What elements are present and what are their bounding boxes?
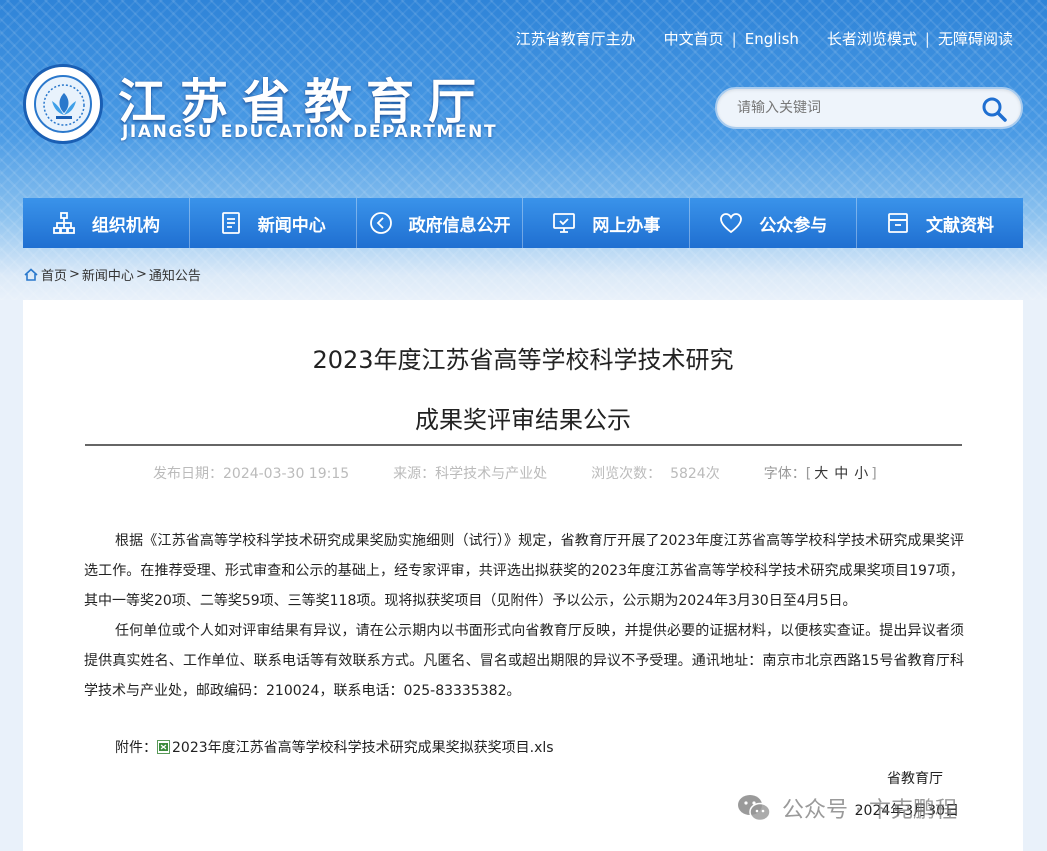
article-body: 根据《江苏省高等学校科学技术研究成果奖励实施细则（试行）》规定，省教育厅开展了2… [84, 526, 964, 706]
nav-item-public-participation[interactable]: 公众参与 [690, 198, 858, 248]
accessibility-link[interactable]: 无障碍阅读 [938, 28, 1013, 49]
publish-date: 发布日期：2024-03-30 19:15 [153, 466, 350, 482]
nav-label: 公众参与 [759, 215, 828, 236]
view-count: 浏览次数： 5824次 [591, 466, 720, 482]
announce-icon [369, 212, 392, 234]
paragraph: 任何单位或个人如对评审结果有异议，请在公示期内以书面形式向省教育厅反映，并提供必… [84, 623, 964, 699]
article-source: 来源：科学技术与产业处 [393, 466, 548, 482]
watermark: 公众号 · 卞克鹏程 [736, 792, 957, 824]
breadcrumb-news[interactable]: 新闻中心 [82, 265, 134, 284]
monitor-icon [553, 213, 576, 233]
article-meta: 发布日期：2024-03-30 19:15 来源：科学技术与产业处 浏览次数： … [153, 463, 877, 483]
attachment-label: 附件： [115, 740, 157, 756]
nav-item-online-services[interactable]: 网上办事 [523, 198, 691, 248]
excel-file-icon [157, 740, 170, 754]
nav-label: 组织机构 [91, 215, 160, 236]
wechat-icon [738, 795, 771, 822]
font-medium-button[interactable]: 中 [834, 466, 848, 482]
english-link[interactable]: English [745, 30, 799, 48]
site-title-en: JIANGSU EDUCATION DEPARTMENT [122, 122, 498, 142]
paragraph: 根据《江苏省高等学校科学技术研究成果奖励实施细则（试行）》规定，省教育厅开展了2… [84, 533, 964, 609]
watermark-text: 公众号 · 卞克鹏程 [782, 798, 957, 823]
breadcrumb-home[interactable]: 首页 [41, 265, 67, 284]
nav-item-documents[interactable]: 文献资料 [857, 198, 1023, 248]
elderly-mode-link[interactable]: 长者浏览模式 [827, 28, 917, 49]
org-chart-icon [53, 212, 75, 234]
article-title-line2: 成果奖评审结果公示 [415, 406, 631, 434]
search-box [715, 87, 1023, 129]
search-input[interactable] [737, 100, 977, 116]
nav-item-gov-info[interactable]: 政府信息公开 [357, 198, 524, 248]
font-size-switcher: 字体：[大中小] [763, 466, 877, 482]
breadcrumb-notices[interactable]: 通知公告 [149, 265, 201, 284]
site-header: 江苏省教育厅主办 中文首页 | English 长者浏览模式 | 无障碍阅读 江… [0, 0, 1047, 300]
title-divider [85, 444, 962, 446]
article-title-line1: 2023年度江苏省高等学校科学技术研究 [312, 346, 734, 374]
font-large-button[interactable]: 大 [814, 466, 828, 482]
top-links: 江苏省教育厅主办 中文首页 | English 长者浏览模式 | 无障碍阅读 [516, 28, 1013, 49]
nav-item-news[interactable]: 新闻中心 [190, 198, 357, 248]
host-link[interactable]: 江苏省教育厅主办 [516, 28, 636, 49]
main-nav: 组织机构 新闻中心 政府信息公开 网上办事 公众参与 文献资料 [23, 198, 1023, 248]
logo-emblem-icon [34, 75, 92, 133]
breadcrumb: 首页 > 新闻中心 > 通知公告 [24, 265, 201, 284]
chinese-home-link[interactable]: 中文首页 [664, 28, 724, 49]
heart-icon [720, 213, 743, 234]
document-icon [221, 212, 240, 234]
attachment-link[interactable]: 2023年度江苏省高等学校科学技术研究成果奖拟获奖项目.xls [172, 737, 554, 757]
nav-item-organization[interactable]: 组织机构 [23, 198, 190, 248]
nav-label: 新闻中心 [257, 215, 326, 236]
home-icon [24, 268, 38, 281]
article-container: 2023年度江苏省高等学校科学技术研究 成果奖评审结果公示 发布日期：2024-… [23, 300, 1023, 851]
search-icon[interactable] [981, 96, 1007, 122]
attachment: 附件： 2023年度江苏省高等学校科学技术研究成果奖拟获奖项目.xls [115, 737, 554, 757]
divider: | [924, 29, 930, 48]
divider: | [731, 29, 737, 48]
nav-label: 政府信息公开 [408, 215, 511, 236]
nav-label: 网上办事 [592, 215, 661, 236]
site-logo[interactable] [23, 64, 103, 144]
font-small-button[interactable]: 小 [854, 466, 868, 482]
signature: 省教育厅 [887, 771, 943, 787]
archive-icon [888, 213, 908, 233]
nav-label: 文献资料 [926, 215, 995, 236]
